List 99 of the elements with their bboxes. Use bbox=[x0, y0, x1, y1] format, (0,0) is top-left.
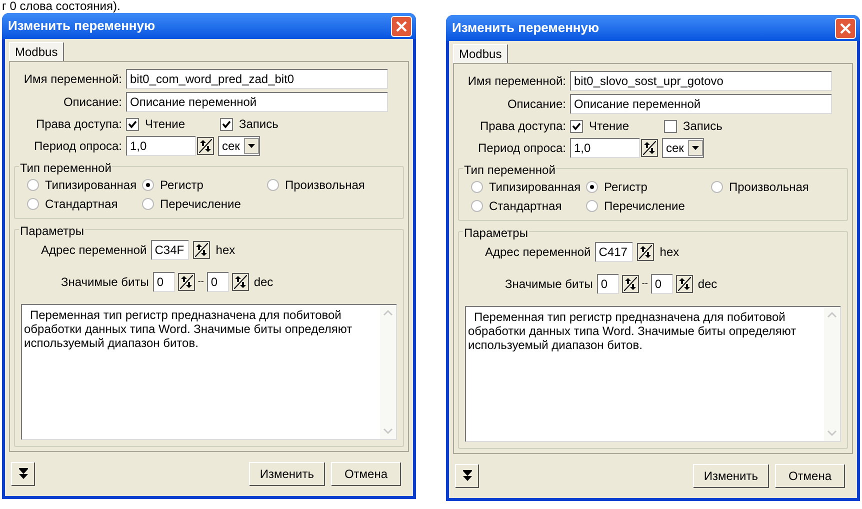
spin-button[interactable] bbox=[622, 275, 639, 293]
field-label: Адрес переменной bbox=[485, 244, 591, 261]
address-field[interactable]: C34F bbox=[150, 240, 189, 260]
input-field[interactable]: Описание переменной bbox=[126, 92, 388, 112]
spin-button[interactable] bbox=[178, 273, 195, 291]
up-down-arrows-icon bbox=[624, 277, 637, 291]
radio-label: Перечисление bbox=[604, 198, 685, 215]
checkbox-label: Чтение bbox=[145, 116, 186, 133]
radio-button[interactable] bbox=[586, 181, 598, 193]
description-text-area[interactable]: Переменная тип регистр предназначена для побитовой обработки данных типа Word. Значимые биты определяют используемый диапазон битов. bbox=[21, 304, 397, 440]
close-button[interactable] bbox=[391, 16, 412, 36]
spin-button[interactable] bbox=[636, 243, 654, 261]
radio-label: Стандартная bbox=[45, 196, 118, 213]
tab[interactable]: Modbus bbox=[453, 44, 508, 63]
input-field[interactable]: bit0_com_word_pred_zad_bit0 bbox=[126, 69, 388, 89]
number-field[interactable]: 0 bbox=[650, 274, 673, 294]
up-down-arrows-icon bbox=[194, 243, 208, 257]
address-field[interactable]: C417 bbox=[594, 242, 633, 262]
radio-label: Типизированная bbox=[45, 177, 137, 194]
radio-button[interactable] bbox=[267, 179, 279, 191]
input-field[interactable]: bit0_slovo_sost_upr_gotovo bbox=[570, 71, 832, 91]
field-label: Права доступа: bbox=[34, 116, 122, 133]
up-down-arrows-icon bbox=[199, 139, 212, 153]
range-separator: -- bbox=[642, 277, 648, 290]
radio-button[interactable] bbox=[27, 179, 39, 191]
checkbox[interactable] bbox=[126, 118, 139, 130]
description-text: Переменная тип регистр предназначена для побитовой обработки данных типа Word. Значимые биты определяют используемый диапазон битов. bbox=[467, 309, 798, 354]
checkbox-label: Запись bbox=[683, 118, 722, 135]
radio-label: Регистр bbox=[604, 179, 648, 196]
radio-button[interactable] bbox=[27, 198, 39, 210]
spin-button[interactable] bbox=[192, 241, 210, 259]
radio-button[interactable] bbox=[142, 198, 154, 210]
expand-button[interactable] bbox=[11, 462, 35, 486]
radio-button[interactable] bbox=[142, 179, 154, 191]
radio-button[interactable] bbox=[471, 200, 483, 212]
number-field[interactable]: 1,0 bbox=[570, 138, 640, 158]
unit-dropdown[interactable]: сек bbox=[218, 136, 260, 156]
field-label: Имя переменной: bbox=[466, 73, 566, 90]
radio-label: Стандартная bbox=[489, 198, 562, 215]
dialog-button[interactable]: Отмена bbox=[331, 462, 401, 486]
double-down-arrow-icon bbox=[462, 470, 472, 482]
field-label: Значимые биты bbox=[505, 276, 594, 293]
spin-button[interactable] bbox=[232, 273, 249, 291]
field-label: Права доступа: bbox=[478, 118, 566, 135]
radio-label: Произвольная bbox=[285, 177, 365, 194]
unit-label: dec bbox=[696, 276, 718, 293]
close-button[interactable] bbox=[835, 18, 856, 38]
checkbox-label: Чтение bbox=[589, 118, 630, 135]
unit-label: dec bbox=[252, 274, 274, 291]
up-down-arrows-icon bbox=[678, 277, 691, 291]
radio-label: Регистр bbox=[160, 177, 204, 194]
up-down-arrows-icon bbox=[234, 275, 247, 289]
checkbox[interactable] bbox=[570, 120, 583, 132]
caption-text: г 0 слова состояния). bbox=[2, 0, 122, 13]
field-label: Период опроса: bbox=[477, 140, 566, 157]
number-field[interactable]: 0 bbox=[152, 272, 175, 292]
unit-label: hex bbox=[658, 244, 680, 261]
description-text-area[interactable]: Переменная тип регистр предназначена для побитовой обработки данных типа Word. Значимые биты определяют используемый диапазон битов. bbox=[465, 306, 841, 442]
radio-label: Произвольная bbox=[729, 179, 809, 196]
description-text: Переменная тип регистр предназначена для побитовой обработки данных типа Word. Значимые биты определяют используемый диапазон битов. bbox=[23, 307, 354, 352]
field-label: Адрес переменной bbox=[41, 242, 147, 259]
spin-button[interactable] bbox=[641, 139, 658, 157]
window-title: Изменить переменную bbox=[7, 17, 156, 36]
radio-button[interactable] bbox=[586, 200, 598, 212]
unit-dropdown[interactable]: сек bbox=[662, 138, 704, 158]
checkbox[interactable] bbox=[220, 118, 233, 130]
checkbox[interactable] bbox=[664, 120, 677, 132]
radio-button[interactable] bbox=[711, 181, 723, 193]
checkbox-label: Запись bbox=[239, 116, 278, 133]
dropdown-arrow-icon bbox=[248, 144, 255, 148]
expand-button[interactable] bbox=[455, 464, 479, 488]
field-label: Описание: bbox=[62, 94, 122, 111]
double-down-arrow-icon bbox=[18, 468, 28, 480]
range-separator: -- bbox=[198, 275, 204, 288]
dialog-button[interactable]: Изменить bbox=[248, 462, 325, 486]
number-field[interactable]: 0 bbox=[206, 272, 229, 292]
radio-label: Перечисление bbox=[160, 196, 241, 213]
dialog-button[interactable]: Отмена bbox=[775, 464, 845, 488]
up-down-arrows-icon bbox=[643, 141, 656, 155]
field-label: Период опроса: bbox=[33, 138, 122, 155]
unit-label: hex bbox=[214, 242, 236, 259]
radio-label: Типизированная bbox=[489, 179, 581, 196]
number-field[interactable]: 1,0 bbox=[126, 136, 196, 156]
number-field[interactable]: 0 bbox=[596, 274, 619, 294]
field-label: Описание: bbox=[506, 96, 566, 113]
dialog-button[interactable]: Изменить bbox=[692, 464, 769, 488]
radio-button[interactable] bbox=[471, 181, 483, 193]
field-label: Значимые биты bbox=[61, 274, 150, 291]
input-field[interactable]: Описание переменной bbox=[570, 94, 832, 114]
spin-button[interactable] bbox=[197, 137, 214, 155]
close-icon bbox=[396, 20, 407, 32]
up-down-arrows-icon bbox=[180, 275, 193, 289]
window-title: Изменить переменную bbox=[451, 19, 600, 38]
dropdown-arrow-icon bbox=[692, 146, 699, 150]
tab[interactable]: Modbus bbox=[9, 42, 64, 61]
up-down-arrows-icon bbox=[638, 245, 652, 259]
spin-button[interactable] bbox=[676, 275, 693, 293]
field-label: Имя переменной: bbox=[22, 71, 122, 88]
close-icon bbox=[840, 22, 851, 34]
